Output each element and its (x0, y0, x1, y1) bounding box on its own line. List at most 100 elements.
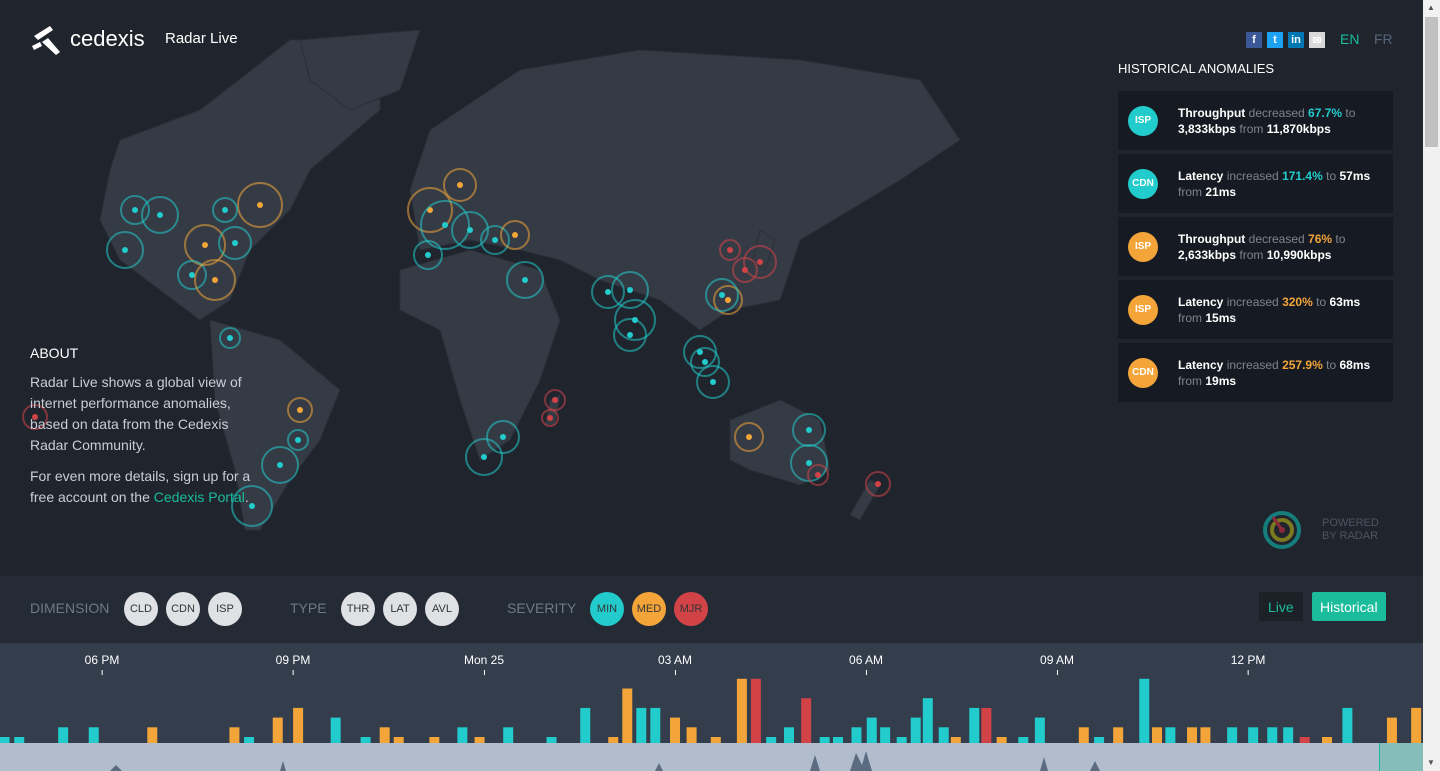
bar-med[interactable] (1200, 727, 1211, 743)
bar-med[interactable] (1411, 707, 1422, 743)
anomaly-timeline[interactable]: 06 PM 09 PM Mon 25 03 AM 06 AM 09 AM 12 PM (0, 643, 1423, 743)
verb: increased (1226, 357, 1279, 372)
scroll-up-icon[interactable]: ▲ (1427, 3, 1435, 12)
bar-min[interactable] (922, 698, 933, 743)
mail-icon[interactable]: ✉ (1309, 32, 1325, 48)
facebook-icon[interactable]: f (1246, 32, 1262, 48)
bar-min[interactable] (1342, 707, 1353, 743)
twitter-icon[interactable]: t (1267, 32, 1283, 48)
bar-med[interactable] (147, 727, 158, 743)
bar-min[interactable] (88, 727, 99, 743)
cedexis-portal-link[interactable]: Cedexis Portal (154, 489, 245, 505)
filter-mjr[interactable]: MJR (674, 592, 708, 626)
anomaly-card[interactable]: CDN Latency increased 257.9% to 68ms from… (1118, 343, 1393, 402)
metric: Throughput (1178, 105, 1246, 120)
filter-cdn[interactable]: CDN (166, 592, 200, 626)
type-label: TYPE (290, 600, 327, 616)
bar-min[interactable] (457, 727, 468, 743)
filter-cld[interactable]: CLD (124, 592, 158, 626)
filter-isp[interactable]: ISP (208, 592, 242, 626)
anomaly-dot (710, 379, 716, 385)
bar-min[interactable] (503, 727, 514, 743)
bar-min[interactable] (636, 707, 647, 743)
bar-mjr[interactable] (981, 707, 992, 743)
anomaly-dot (605, 289, 611, 295)
dimension-badge: ISP (1128, 105, 1158, 136)
bar-min[interactable] (910, 717, 921, 743)
cedexis-logo-icon (32, 26, 60, 55)
bar-min[interactable] (783, 727, 794, 743)
bar-med[interactable] (1113, 727, 1124, 743)
filter-thr[interactable]: THR (341, 592, 375, 626)
bar-min[interactable] (1227, 727, 1238, 743)
anomaly-card[interactable]: CDN Latency increased 171.4% to 57ms from… (1118, 154, 1393, 213)
linkedin-icon[interactable]: in (1288, 32, 1304, 48)
overview-selection-handle[interactable] (1379, 743, 1423, 771)
filter-min[interactable]: MIN (590, 592, 624, 626)
bar-min[interactable] (866, 717, 877, 743)
scrollbar[interactable]: ▲ ▼ (1423, 0, 1440, 771)
bar-min[interactable] (1165, 727, 1176, 743)
scroll-down-icon[interactable]: ▼ (1427, 758, 1435, 767)
cedexis-logo[interactable]: cedexis (30, 22, 145, 56)
bar-med[interactable] (293, 707, 304, 743)
anomaly-dot (815, 472, 821, 478)
metric: Latency (1178, 294, 1224, 309)
bar-min[interactable] (1034, 717, 1045, 743)
to-word: to (1316, 294, 1327, 309)
bar-min[interactable] (851, 727, 862, 743)
bar-min[interactable] (1283, 727, 1294, 743)
anomaly-card[interactable]: ISP Latency increased 320% to 63ms from 1… (1118, 280, 1393, 339)
tick-label: Mon 25 (464, 653, 504, 675)
lang-en[interactable]: EN (1340, 31, 1359, 47)
anomaly-dot (492, 237, 498, 243)
bar-med[interactable] (1152, 727, 1163, 743)
anomaly-dot (725, 297, 731, 303)
from-value: 15ms (1205, 310, 1237, 325)
from-value: 21ms (1205, 184, 1237, 199)
bar-med[interactable] (670, 717, 681, 743)
filter-med[interactable]: MED (632, 592, 666, 626)
to-word: to (1335, 231, 1346, 246)
anomaly-dot (500, 434, 506, 440)
bar-min[interactable] (938, 727, 949, 743)
anomaly-card[interactable]: ISP Throughput decreased 76% to 2,633kbps… (1118, 217, 1393, 276)
bar-min[interactable] (580, 707, 591, 743)
bar-mjr[interactable] (750, 678, 761, 743)
bar-med[interactable] (1078, 727, 1089, 743)
bar-min[interactable] (1267, 727, 1278, 743)
live-button[interactable]: Live (1259, 592, 1303, 621)
bar-min[interactable] (58, 727, 69, 743)
bar-mjr[interactable] (801, 698, 812, 743)
bar-med[interactable] (1386, 717, 1397, 743)
bar-med[interactable] (229, 727, 240, 743)
overview-sparkline (0, 751, 1100, 771)
bar-med[interactable] (272, 717, 283, 743)
anomaly-card[interactable]: ISP Throughput decreased 67.7% to 3,833kb… (1118, 91, 1393, 150)
filter-avl[interactable]: AVL (425, 592, 459, 626)
bar-med[interactable] (686, 727, 697, 743)
bar-min[interactable] (880, 727, 891, 743)
bar-min[interactable] (330, 717, 341, 743)
historical-button[interactable]: Historical (1312, 592, 1386, 621)
bar-med[interactable] (1187, 727, 1198, 743)
powered-by-radar[interactable]: POWERED BY RADAR (1262, 510, 1379, 550)
bar-min[interactable] (969, 707, 980, 743)
timeline-overview[interactable] (0, 743, 1423, 771)
anomaly-dot (512, 232, 518, 238)
severity-label: SEVERITY (507, 600, 577, 616)
bar-min[interactable] (1248, 727, 1259, 743)
bar-min[interactable] (650, 707, 661, 743)
bar-med[interactable] (379, 727, 390, 743)
australia (729, 399, 831, 486)
scrollbar-thumb[interactable] (1425, 17, 1438, 147)
change: 257.9% (1282, 357, 1323, 372)
new-zealand (849, 479, 881, 521)
filter-lat[interactable]: LAT (383, 592, 417, 626)
change: 320% (1282, 294, 1313, 309)
bar-min[interactable] (1139, 678, 1150, 743)
to-value: 68ms (1339, 357, 1371, 372)
bar-med[interactable] (622, 688, 633, 744)
bar-med[interactable] (736, 678, 747, 743)
lang-fr[interactable]: FR (1374, 31, 1393, 47)
